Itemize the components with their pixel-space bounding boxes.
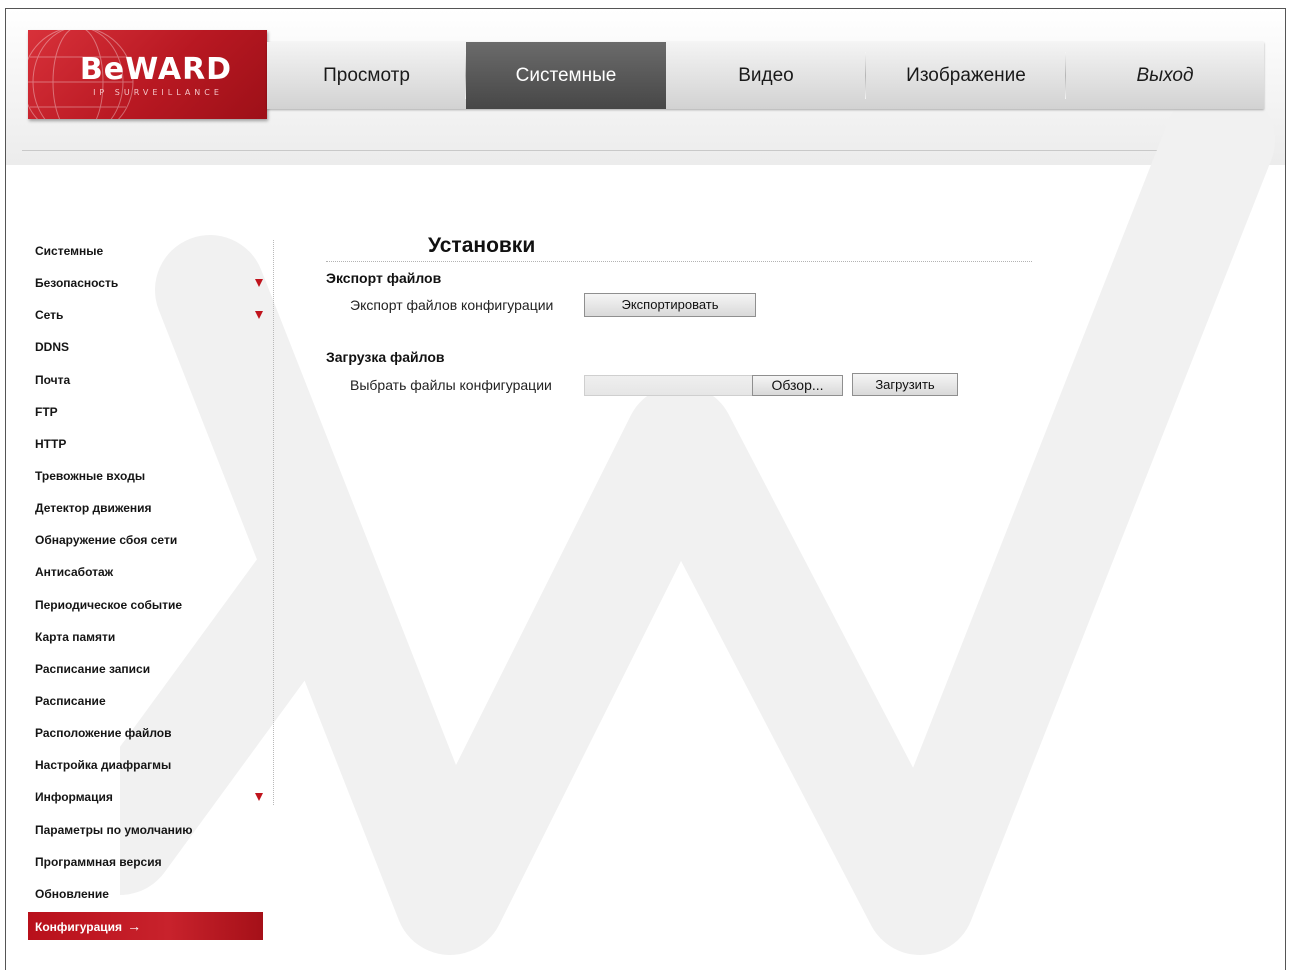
upload-section-heading: Загрузка файлов [326,349,445,365]
sidebar-item-label: Периодическое событие [35,597,183,612]
nav-tab-image[interactable]: Изображение [866,42,1066,109]
sidebar-item-tamper[interactable]: Антисаботаж [28,556,263,588]
sidebar-item-system[interactable]: Системные [28,235,263,267]
sidebar-item-defaults[interactable]: Параметры по умолчанию [28,814,263,846]
brand-logo[interactable]: BeWARD IP SURVEILLANCE [28,30,267,119]
sidebar-item-file-location[interactable]: Расположение файлов [28,717,263,749]
sidebar-item-record-schedule[interactable]: Расписание записи [28,653,263,685]
sidebar-item-label: Обнаружение сбоя сети [35,533,178,548]
sidebar-item-periodic-event[interactable]: Периодическое событие [28,589,263,621]
sidebar-item-ftp[interactable]: FTP [28,396,263,428]
sidebar-item-label: Антисаботаж [35,565,114,580]
sidebar-item-label: DDNS [35,340,70,355]
sidebar-item-configuration[interactable]: Конфигурация → [28,911,263,940]
sidebar-item-label: Системные [35,244,104,258]
config-file-input[interactable] [584,375,753,396]
sidebar-item-label: Информация [35,790,113,805]
sidebar-item-label: HTTP [35,436,67,451]
sidebar-item-label: Расписание записи [35,661,151,676]
sidebar-item-security[interactable]: Безопасность [28,267,263,299]
sidebar-item-label: FTP [35,404,58,419]
page-title: Установки [428,234,536,257]
sidebar-item-label: Почта [35,372,71,387]
nav-tab-system[interactable]: Системные [466,42,666,109]
sidebar-item-label: Сеть [35,308,64,323]
sidebar-item-motion-detector[interactable]: Детектор движения [28,492,263,524]
sidebar-item-label: Карта памяти [35,629,116,644]
sidebar-item-memory-card[interactable]: Карта памяти [28,621,263,653]
sidebar-menu: Системные Безопасность Сеть DDNS Почта F… [28,235,263,940]
expand-arrow-icon[interactable] [255,279,263,288]
title-divider [326,261,1032,262]
sidebar-item-firmware-version[interactable]: Программная версия [28,846,263,878]
sidebar-item-label: Параметры по умолчанию [35,822,193,837]
sidebar-item-label: Настройка диафрагмы [35,758,172,773]
export-label: Экспорт файлов конфигурации [350,297,554,313]
sidebar-item-network-failure[interactable]: Обнаружение сбоя сети [28,524,263,556]
sidebar-divider [273,240,274,805]
sidebar-item-label: Тревожные входы [35,468,146,483]
sidebar-item-label: Конфигурация [35,919,123,934]
sidebar-item-label: Детектор движения [35,501,152,516]
sidebar-item-label: Программная версия [35,854,162,869]
sidebar-item-ddns[interactable]: DDNS [28,331,263,363]
nav-tab-logout[interactable]: Выход [1066,42,1264,109]
upload-button[interactable]: Загрузить [852,373,958,396]
sidebar-item-label: Расположение файлов [35,726,172,741]
browse-button[interactable]: Обзор... [752,375,843,396]
sidebar-item-http[interactable]: HTTP [28,428,263,460]
export-button[interactable]: Экспортировать [584,293,756,317]
header-divider [22,150,1265,151]
sidebar-item-information[interactable]: Информация [28,781,263,813]
sidebar-item-iris-setup[interactable]: Настройка диафрагмы [28,749,263,781]
brand-tagline: IP SURVEILLANCE [93,88,223,97]
sidebar-item-update[interactable]: Обновление [28,878,263,910]
sidebar-item-label: Расписание [35,693,106,708]
export-section-heading: Экспорт файлов [326,270,442,286]
upload-label: Выбрать файлы конфигурации [350,377,552,393]
sidebar-item-alarm-inputs[interactable]: Тревожные входы [28,460,263,492]
nav-tab-video[interactable]: Видео [666,42,866,109]
sidebar-item-schedule[interactable]: Расписание [28,685,263,717]
top-navigation: Просмотр Системные Видео Изображение Вых… [267,42,1264,109]
sidebar-item-label: Обновление [35,886,109,901]
sidebar-item-network[interactable]: Сеть [28,299,263,331]
brand-name: BeWARD [79,52,233,87]
expand-arrow-icon[interactable] [255,311,263,320]
sidebar-item-label: Безопасность [35,276,119,291]
right-arrow-icon: → [127,917,142,934]
sidebar-item-mail[interactable]: Почта [28,364,263,396]
expand-arrow-icon[interactable] [255,793,263,802]
nav-tab-view[interactable]: Просмотр [267,42,466,109]
